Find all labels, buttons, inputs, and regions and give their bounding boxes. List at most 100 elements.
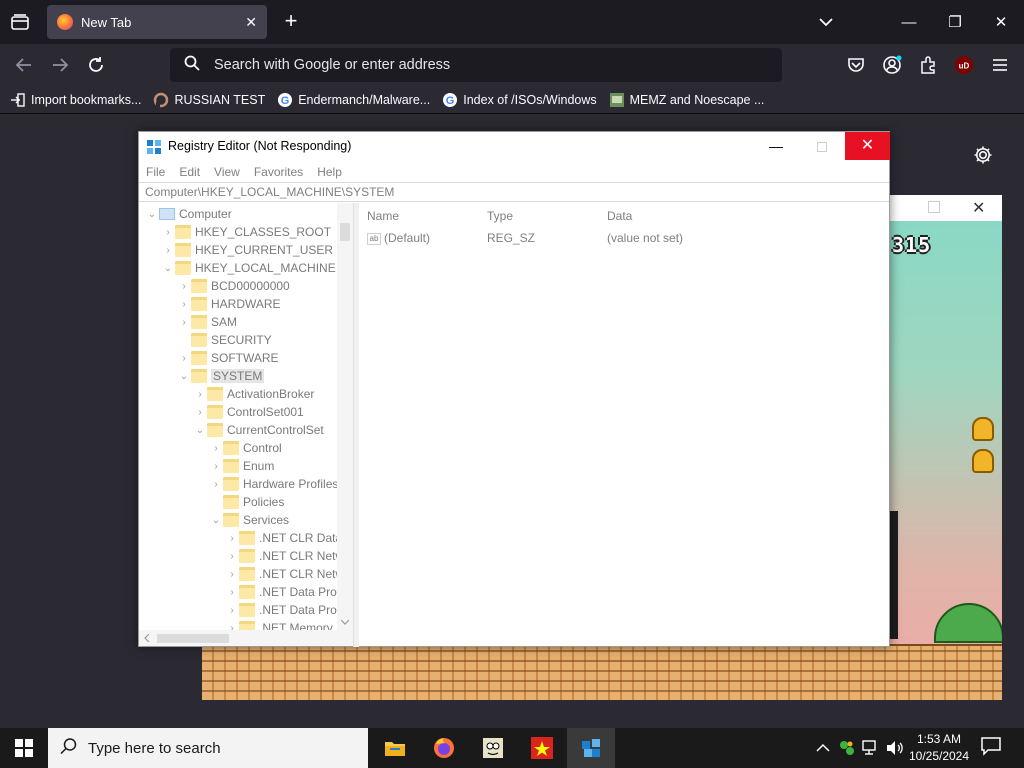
tree-node[interactable]: › HKEY_CLASSES_ROOT <box>161 223 331 241</box>
game-maximize-button[interactable] <box>928 201 940 213</box>
tree-node[interactable]: ⌄ CurrentControlSet <box>193 421 324 439</box>
expand-down-icon[interactable]: ⌄ <box>177 371 191 382</box>
tab-list-icon[interactable] <box>8 10 32 34</box>
menu-edit[interactable]: Edit <box>179 165 200 179</box>
value-row-data[interactable]: (value not set) <box>607 231 683 245</box>
tree-node[interactable]: ⌄ SYSTEM <box>177 367 265 385</box>
tree-node[interactable]: › .NET Data Prov <box>225 601 343 619</box>
tab-close-icon[interactable]: ✕ <box>245 14 257 31</box>
browser-minimize-button[interactable]: — <box>886 0 932 44</box>
menu-icon[interactable] <box>988 53 1012 77</box>
ublock-origin-icon[interactable]: uD <box>952 53 976 77</box>
tree-node[interactable]: › .NET CLR Data <box>225 529 342 547</box>
network-app-icon[interactable] <box>837 738 857 758</box>
bookmark-import[interactable]: Import bookmarks... <box>10 92 141 108</box>
tree-node[interactable]: › Enum <box>209 457 274 475</box>
game-close-button[interactable]: ✕ <box>972 198 985 218</box>
chevron-down-icon[interactable] <box>816 12 836 32</box>
tab-new-tab[interactable]: New Tab ✕ <box>47 5 267 39</box>
extensions-icon[interactable] <box>916 53 940 77</box>
address-bar[interactable] <box>170 48 782 82</box>
tree-node[interactable]: › HKEY_CURRENT_USER <box>161 241 333 259</box>
column-header-data[interactable]: Data <box>607 209 632 223</box>
registry-values-list[interactable]: Name Type Data ab (Default) REG_SZ (value… <box>359 203 889 647</box>
scrollbar-thumb[interactable] <box>157 634 229 643</box>
gear-icon[interactable] <box>972 144 994 166</box>
expand-down-icon[interactable]: ⌄ <box>145 209 159 220</box>
game-window[interactable]: ✕ 315 <box>884 195 1002 700</box>
expand-right-icon[interactable]: › <box>177 317 191 328</box>
account-icon[interactable] <box>880 53 904 77</box>
expand-right-icon[interactable]: › <box>193 407 207 418</box>
tree-node[interactable]: › HARDWARE <box>177 295 281 313</box>
tree-node[interactable]: ⌄ HKEY_LOCAL_MACHINE <box>161 259 336 277</box>
tree-node[interactable]: › ActivationBroker <box>193 385 314 403</box>
expand-right-icon[interactable]: › <box>225 533 239 544</box>
new-tab-button[interactable]: + <box>279 10 303 34</box>
expand-right-icon[interactable]: › <box>209 479 223 490</box>
tree-vertical-scrollbar[interactable] <box>337 203 353 633</box>
expand-right-icon[interactable]: › <box>177 353 191 364</box>
expand-right-icon[interactable]: › <box>225 587 239 598</box>
taskbar-app-cartoon[interactable] <box>469 728 517 768</box>
expand-right-icon[interactable]: › <box>209 443 223 454</box>
tree-node[interactable]: › BCD00000000 <box>177 277 290 295</box>
taskbar-search-input[interactable] <box>88 739 348 757</box>
expand-right-icon[interactable]: › <box>161 245 175 256</box>
regedit-maximize-button[interactable] <box>799 132 845 162</box>
tree-node[interactable]: Policies <box>209 493 284 511</box>
column-header-type[interactable]: Type <box>487 209 513 223</box>
expand-right-icon[interactable]: › <box>177 299 191 310</box>
tree-node[interactable]: › SAM <box>177 313 237 331</box>
expand-down-icon[interactable]: ⌄ <box>209 515 223 526</box>
tree-horizontal-scrollbar[interactable] <box>139 630 353 646</box>
menu-help[interactable]: Help <box>317 165 342 179</box>
bookmark-endermanch[interactable]: G Endermanch/Malware... <box>277 92 430 108</box>
expand-right-icon[interactable]: › <box>209 461 223 472</box>
regedit-minimize-button[interactable]: — <box>753 132 799 162</box>
column-header-name[interactable]: Name <box>367 209 399 223</box>
tree-node[interactable]: › .NET CLR Netw <box>225 547 344 565</box>
tree-node[interactable]: › Control <box>209 439 282 457</box>
network-icon[interactable] <box>861 738 881 758</box>
tree-node[interactable]: ⌄ Computer <box>145 205 232 223</box>
expand-down-icon[interactable]: ⌄ <box>161 263 175 274</box>
tree-node[interactable]: ⌄ Services <box>209 511 289 529</box>
taskbar-registry-editor[interactable] <box>567 728 615 768</box>
value-row-type[interactable]: REG_SZ <box>487 231 535 245</box>
notification-icon[interactable] <box>980 736 1004 760</box>
menu-view[interactable]: View <box>214 165 240 179</box>
scroll-left-icon[interactable] <box>144 634 150 642</box>
taskbar-app-star[interactable] <box>518 728 566 768</box>
expand-right-icon[interactable]: › <box>225 551 239 562</box>
search-input[interactable] <box>214 57 734 73</box>
tree-node[interactable]: › .NET Data Prov <box>225 583 343 601</box>
tree-node[interactable]: › Hardware Profiles <box>209 475 338 493</box>
browser-restore-button[interactable]: ❐ <box>932 0 978 44</box>
system-clock[interactable]: 1:53 AM 10/25/2024 <box>906 731 972 765</box>
tree-node[interactable]: › ControlSet001 <box>193 403 304 421</box>
tree-node[interactable]: › SOFTWARE <box>177 349 279 367</box>
bookmark-isos-windows[interactable]: G Index of /ISOs/Windows <box>442 92 597 108</box>
scrollbar-thumb[interactable] <box>340 223 350 241</box>
taskbar-firefox[interactable] <box>420 728 468 768</box>
regedit-close-button[interactable]: ✕ <box>845 132 890 160</box>
forward-icon[interactable] <box>47 52 73 78</box>
volume-icon[interactable] <box>885 738 905 758</box>
browser-close-button[interactable]: ✕ <box>978 0 1024 44</box>
expand-right-icon[interactable]: › <box>193 389 207 400</box>
tree-node[interactable]: SECURITY <box>177 331 272 349</box>
menu-file[interactable]: File <box>146 165 165 179</box>
regedit-address-bar[interactable]: Computer\HKEY_LOCAL_MACHINE\SYSTEM <box>139 182 889 202</box>
registry-editor-window[interactable]: Registry Editor (Not Responding) — ✕ Fil… <box>138 131 890 647</box>
taskbar-file-explorer[interactable] <box>371 728 419 768</box>
start-button[interactable] <box>0 728 48 768</box>
scroll-down-icon[interactable] <box>341 619 349 625</box>
expand-right-icon[interactable]: › <box>161 227 175 238</box>
menu-favorites[interactable]: Favorites <box>254 165 303 179</box>
pocket-icon[interactable] <box>844 53 868 77</box>
chevron-up-icon[interactable] <box>813 738 833 758</box>
bookmark-russian-test[interactable]: RUSSIAN TEST <box>153 92 265 108</box>
expand-right-icon[interactable]: › <box>225 569 239 580</box>
bookmark-memz[interactable]: MEMZ and Noescape ... <box>609 92 764 108</box>
